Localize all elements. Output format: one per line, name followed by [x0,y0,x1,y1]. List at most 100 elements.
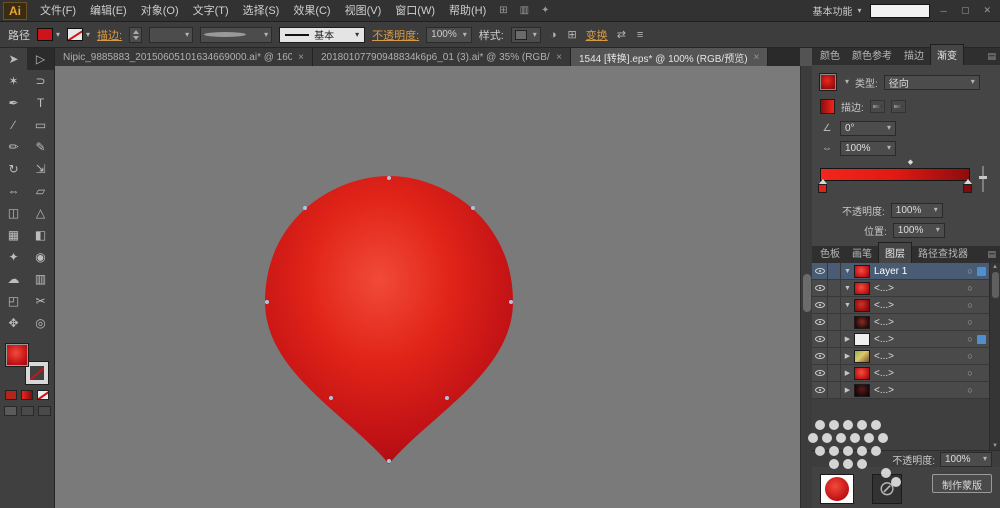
selection-tool[interactable]: ➤ [0,48,27,70]
shuffle-icon[interactable]: ⇄ [615,28,628,41]
layer-row[interactable]: ▶ <...> ○ [812,365,989,382]
fill-color-swatch[interactable]: ▾ [37,28,60,41]
draw-inside-button[interactable] [37,406,51,416]
fill-swatch[interactable] [5,343,29,367]
draw-normal-button[interactable] [3,406,17,416]
close-window-icon[interactable]: ✕ [980,5,994,16]
gradient-location-field[interactable]: 100% ▾ [892,222,945,238]
color-button[interactable] [5,390,17,400]
lasso-tool[interactable]: ⊃ [27,70,54,92]
expand-toggle-icon[interactable]: ▶ [841,352,854,360]
direct-selection-tool[interactable]: ▷ [27,48,54,70]
stroke-weight-select[interactable]: ▾ [149,26,194,43]
gradient-swatch[interactable] [819,73,837,91]
align-icon[interactable]: ⊞ [565,28,578,41]
target-icon[interactable]: ○ [963,300,977,310]
object-thumbnail[interactable] [820,474,854,504]
layer-name[interactable]: <...> [874,385,963,396]
shape-builder-tool[interactable]: ◫ [0,202,27,224]
lock-toggle[interactable] [828,382,841,398]
none-button[interactable] [37,390,49,400]
panel-tab[interactable]: 画笔 [846,243,878,263]
selection-indicator[interactable] [977,318,986,327]
blend-tool[interactable]: ◉ [27,246,54,268]
gradient-stop-end[interactable] [963,179,972,193]
expand-toggle-icon[interactable]: ▶ [841,386,854,394]
stroke-gradient-along-button[interactable] [890,99,906,113]
visibility-toggle[interactable] [812,365,828,381]
selection-indicator[interactable] [977,266,986,276]
panel-options-icon[interactable]: ≡ [635,29,645,41]
lock-toggle[interactable] [828,314,841,330]
stroke-swatch[interactable] [25,361,49,385]
type-tool[interactable]: T [27,92,54,114]
gradient-annotator-icon[interactable] [978,166,988,192]
document-tab[interactable]: 1544 [转换].eps* @ 100% (RGB/预览) × [571,48,769,66]
lock-toggle[interactable] [828,263,841,279]
draw-behind-button[interactable] [20,406,34,416]
free-transform-tool[interactable]: ▱ [27,180,54,202]
scrollbar-thumb[interactable] [803,274,811,312]
layer-row[interactable]: ▼ <...> ○ [812,297,989,314]
paintbrush-tool[interactable]: ✏ [0,136,27,158]
target-icon[interactable]: ○ [963,334,977,344]
layer-row[interactable]: ▶ <...> ○ [812,331,989,348]
selection-indicator[interactable] [977,301,986,310]
stroke-gradient-within-button[interactable] [869,99,885,113]
selection-indicator[interactable] [977,284,986,293]
layer-row[interactable]: <...> ○ [812,314,989,331]
target-icon[interactable]: ○ [963,385,977,395]
canvas[interactable] [55,66,800,508]
width-tool[interactable]: ⇔ [0,180,27,202]
selection-indicator[interactable] [977,334,986,344]
workspace-switcher[interactable]: 基本功能 ▾ [813,3,862,18]
gradient-slider[interactable]: ◆ [818,158,992,199]
column-graph-tool[interactable]: ▥ [27,268,54,290]
rotate-tool[interactable]: ↻ [0,158,27,180]
hand-tool[interactable]: ✥ [0,312,27,334]
layer-name[interactable]: <...> [874,334,963,345]
scale-tool[interactable]: ⇲ [27,158,54,180]
visibility-toggle[interactable] [812,348,828,364]
scroll-up-icon[interactable]: ▲ [992,264,998,270]
expand-toggle-icon[interactable]: ▼ [841,268,854,275]
menu-item[interactable]: 视图(V) [338,0,389,22]
canvas-vertical-scrollbar[interactable] [800,66,812,508]
visibility-toggle[interactable] [812,382,828,398]
menu-item[interactable]: 选择(S) [236,0,287,22]
layer-row[interactable]: ▶ <...> ○ [812,348,989,365]
eyedropper-tool[interactable]: ✦ [0,246,27,268]
stroke-weight-stepper[interactable] [129,26,143,43]
target-icon[interactable]: ○ [963,317,977,327]
stroke-panel-link[interactable]: 描边: [97,27,122,43]
artwork-red-blob[interactable] [265,176,513,464]
panel-tab[interactable]: 颜色参考 [846,45,898,65]
gradient-button[interactable] [21,390,33,400]
grid-view-icon[interactable]: ▥ [514,5,535,16]
panel-menu-icon[interactable]: ▤ [987,51,996,62]
expand-toggle-icon[interactable]: ▼ [841,302,854,309]
gradient-tool[interactable]: ◧ [27,224,54,246]
perspective-grid-tool[interactable]: △ [27,202,54,224]
expand-toggle-icon[interactable]: ▶ [841,335,854,343]
layer-name[interactable]: <...> [874,351,963,362]
menu-item[interactable]: 窗口(W) [388,0,442,22]
lock-toggle[interactable] [828,348,841,364]
layer-name[interactable]: Layer 1 [874,266,963,277]
layer-name[interactable]: <...> [874,300,963,311]
panel-tab[interactable]: 色板 [814,243,846,263]
width-profile-select[interactable]: ▾ [200,26,273,43]
pen-tool[interactable]: ✒ [0,92,27,114]
gradient-midpoint-handle[interactable]: ◆ [908,158,913,166]
lock-toggle[interactable] [828,331,841,347]
close-icon[interactable]: × [754,52,760,63]
mask-thumbnail[interactable]: ⊘ [872,474,902,504]
menu-item[interactable]: 编辑(E) [83,0,134,22]
transparency-opacity-field[interactable]: 100% ▾ [940,451,992,467]
panel-tab[interactable]: 渐变 [930,44,964,65]
reverse-gradient-icon[interactable] [820,98,835,114]
target-icon[interactable]: ○ [963,266,977,276]
fill-stroke-widget[interactable] [5,343,49,385]
visibility-toggle[interactable] [812,297,828,313]
menu-item[interactable]: 效果(C) [286,0,337,22]
